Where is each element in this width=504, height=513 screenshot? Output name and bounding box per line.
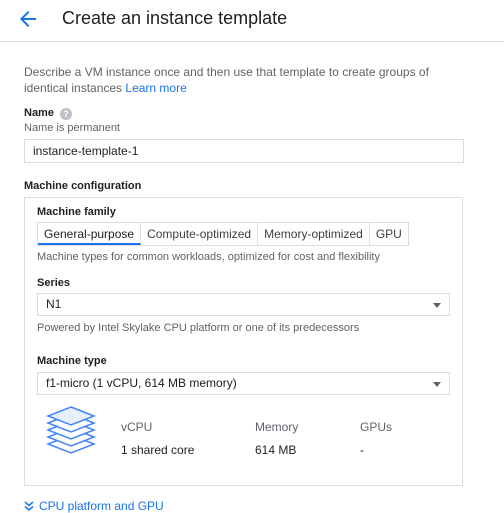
series-select[interactable]: N1 [37,293,450,316]
name-input[interactable] [24,139,464,163]
chevron-down-icon [433,382,441,387]
name-label-text: Name [24,107,54,119]
double-chevron-down-icon [24,501,34,511]
vcpu-label: vCPU [121,420,153,434]
memory-value: 614 MB [255,443,297,457]
machine-family-hint: Machine types for common workloads, opti… [37,251,380,263]
vcpu-value: 1 shared core [121,443,195,457]
tab-general-purpose[interactable]: General-purpose [38,223,142,245]
page-title: Create an instance template [62,8,288,28]
page-header: Create an instance template [0,0,504,42]
machine-stack-icon [45,406,97,454]
series-select-value: N1 [46,297,62,311]
tab-memory-optimized[interactable]: Memory-optimized [258,223,370,245]
tab-gpu[interactable]: GPU [370,223,408,245]
memory-label: Memory [255,420,299,434]
help-icon[interactable]: ? [59,108,72,120]
tab-compute-optimized[interactable]: Compute-optimized [141,223,259,245]
machine-type-select-value: f1-micro (1 vCPU, 614 MB memory) [46,376,237,390]
machine-configuration-title: Machine configuration [24,180,142,192]
machine-type-select[interactable]: f1-micro (1 vCPU, 614 MB memory) [37,372,450,395]
name-label: Name? [24,107,72,120]
back-arrow-icon[interactable] [16,7,40,31]
machine-family-label: Machine family [37,206,116,218]
description-text: Describe a VM instance once and then use… [24,65,429,95]
chevron-down-icon [433,303,441,308]
page-description: Describe a VM instance once and then use… [24,64,464,96]
series-hint: Powered by Intel Skylake CPU platform or… [37,322,360,334]
machine-type-label: Machine type [37,355,107,367]
learn-more-link[interactable]: Learn more [125,81,186,95]
expander-label: CPU platform and GPU [39,499,164,513]
series-label: Series [37,277,71,289]
name-hint: Name is permanent [24,122,120,134]
gpus-label: GPUs [360,420,393,434]
gpus-value: - [360,443,364,457]
machine-family-tabs: General-purpose Compute-optimized Memory… [37,222,409,246]
cpu-platform-gpu-expander[interactable]: CPU platform and GPU [24,499,164,513]
